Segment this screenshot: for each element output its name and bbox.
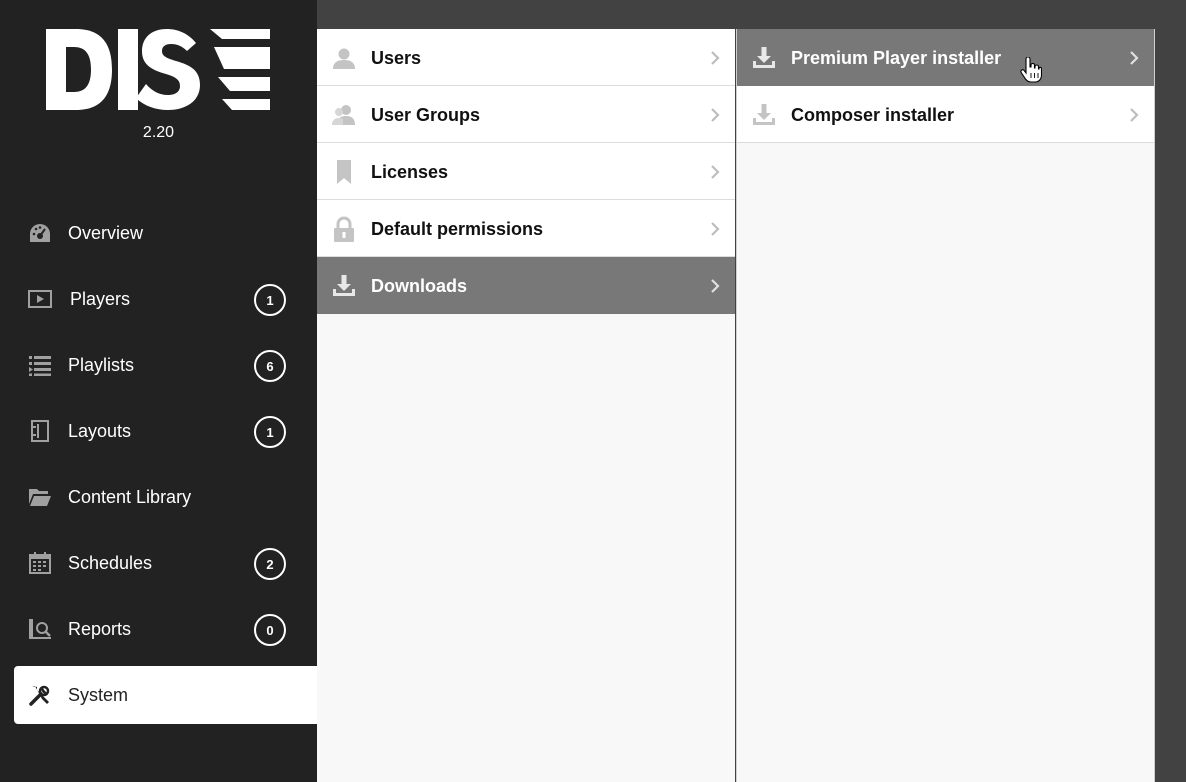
downloads-menu-panel: Premium Player installer Composer instal… <box>736 29 1155 782</box>
menu-item-label: Users <box>371 48 422 68</box>
chevron-right-icon <box>1130 51 1139 65</box>
menu-item-label: Licenses <box>371 162 449 182</box>
chevron-right-icon <box>711 279 720 293</box>
sidebar-item-label: System <box>68 685 129 705</box>
lock-icon <box>331 216 357 242</box>
dise-logo[interactable] <box>46 29 270 110</box>
report-icon <box>28 617 52 641</box>
calendar-icon <box>28 551 52 575</box>
dashboard-icon <box>28 221 52 245</box>
chevron-right-icon <box>711 51 720 65</box>
chevron-right-icon <box>711 108 720 122</box>
sidebar: 2.20 Overview Players 1 Playlists 6 Layo… <box>0 0 317 782</box>
bookmark-icon <box>331 159 357 185</box>
menu-item-licenses[interactable]: Licenses <box>317 143 735 200</box>
list-icon <box>28 353 52 377</box>
count-badge: 0 <box>254 614 286 646</box>
sidebar-item-system[interactable]: System <box>14 666 317 724</box>
chevron-right-icon <box>711 222 720 236</box>
download-icon <box>751 45 777 71</box>
menu-item-label: Downloads <box>371 276 468 296</box>
sidebar-item-layouts[interactable]: Layouts 1 <box>14 402 317 460</box>
menu-item-users[interactable]: Users <box>317 29 735 86</box>
menu-item-downloads[interactable]: Downloads <box>317 257 735 314</box>
layout-icon <box>28 419 52 443</box>
sidebar-item-content-library[interactable]: Content Library <box>14 468 317 526</box>
sidebar-item-players[interactable]: Players 1 <box>14 270 317 328</box>
sidebar-item-label: Content Library <box>68 487 192 507</box>
menu-item-label: Default permissions <box>371 219 544 239</box>
system-menu-panel: Users User Groups Licenses Default permi… <box>317 29 735 782</box>
play-icon <box>28 287 52 311</box>
count-badge: 1 <box>254 416 286 448</box>
menu-item-user-groups[interactable]: User Groups <box>317 86 735 143</box>
download-icon <box>751 102 777 128</box>
sidebar-item-label: Playlists <box>68 355 135 375</box>
menu-item-default-permissions[interactable]: Default permissions <box>317 200 735 257</box>
sidebar-item-label: Reports <box>68 619 132 639</box>
wrench-icon <box>28 683 52 707</box>
menu-item-composer-installer[interactable]: Composer installer <box>737 86 1154 143</box>
folder-icon <box>28 485 52 509</box>
download-icon <box>331 273 357 299</box>
menu-item-label: Composer installer <box>791 105 955 125</box>
chevron-right-icon <box>1130 108 1139 122</box>
version-label: 2.20 <box>142 124 175 141</box>
count-badge: 2 <box>254 548 286 580</box>
sidebar-item-playlists[interactable]: Playlists 6 <box>14 336 317 394</box>
sidebar-item-label: Schedules <box>68 553 153 573</box>
sidebar-item-label: Overview <box>68 223 144 243</box>
sidebar-item-overview[interactable]: Overview <box>14 204 317 262</box>
user-group-icon <box>331 102 357 128</box>
menu-item-premium-player-installer[interactable]: Premium Player installer <box>737 29 1154 86</box>
count-badge: 6 <box>254 350 286 382</box>
chevron-right-icon <box>711 165 720 179</box>
count-badge: 1 <box>254 284 286 316</box>
menu-item-label: User Groups <box>371 105 481 125</box>
sidebar-item-reports[interactable]: Reports 0 <box>14 600 317 658</box>
user-icon <box>331 45 357 71</box>
menu-item-label: Premium Player installer <box>791 48 1002 68</box>
sidebar-item-schedules[interactable]: Schedules 2 <box>14 534 317 592</box>
sidebar-item-label: Layouts <box>68 421 132 441</box>
sidebar-item-label: Players <box>70 289 131 309</box>
